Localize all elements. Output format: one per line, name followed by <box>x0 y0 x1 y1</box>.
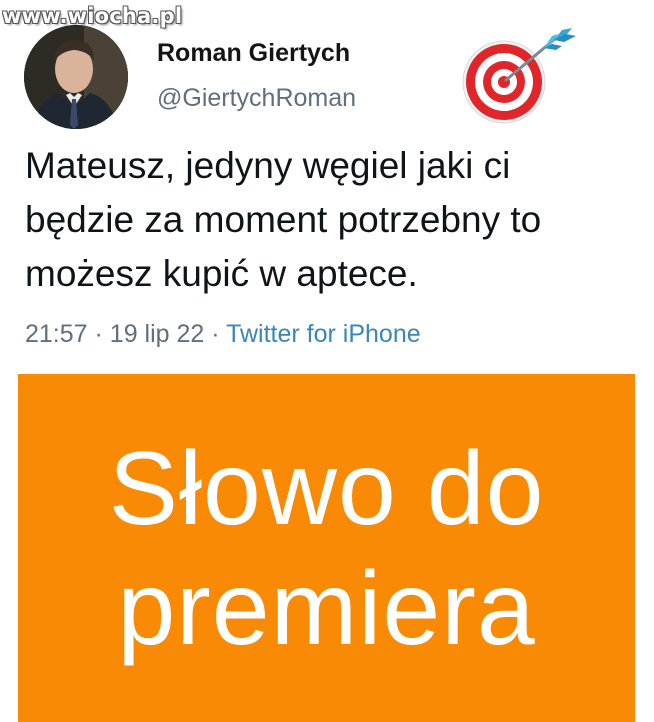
tweet-date[interactable]: 19 lip 22 <box>110 320 205 348</box>
banner-line-1: Słowo do <box>108 431 545 547</box>
tweet-time[interactable]: 21:57 <box>25 320 88 348</box>
tweet-text-line: Mateusz, jedyny węgiel jaki ci <box>25 145 511 186</box>
direct-hit-target-icon <box>458 24 584 124</box>
quote-banner: Słowo do premiera <box>18 374 635 722</box>
avatar-portrait <box>24 25 128 129</box>
tweet-text-line: będzie za moment potrzebny to <box>25 199 542 240</box>
meta-separator: · <box>211 320 220 348</box>
meta-separator: · <box>94 320 103 348</box>
tweet-text: Mateusz, jedyny węgiel jaki ci będzie za… <box>25 139 645 301</box>
author-handle[interactable]: @GiertychRoman <box>157 84 356 113</box>
tweet-text-line: możesz kupić w aptece. <box>25 253 418 294</box>
avatar[interactable] <box>24 25 128 129</box>
tweet-meta: 21:57 · 19 lip 22 · Twitter for iPhone <box>25 320 421 349</box>
tweet-source-link[interactable]: Twitter for iPhone <box>226 320 421 348</box>
author-name[interactable]: Roman Giertych <box>157 39 350 68</box>
banner-line-2: premiera <box>117 551 536 667</box>
site-watermark: www.wiocha.pl <box>2 4 183 28</box>
